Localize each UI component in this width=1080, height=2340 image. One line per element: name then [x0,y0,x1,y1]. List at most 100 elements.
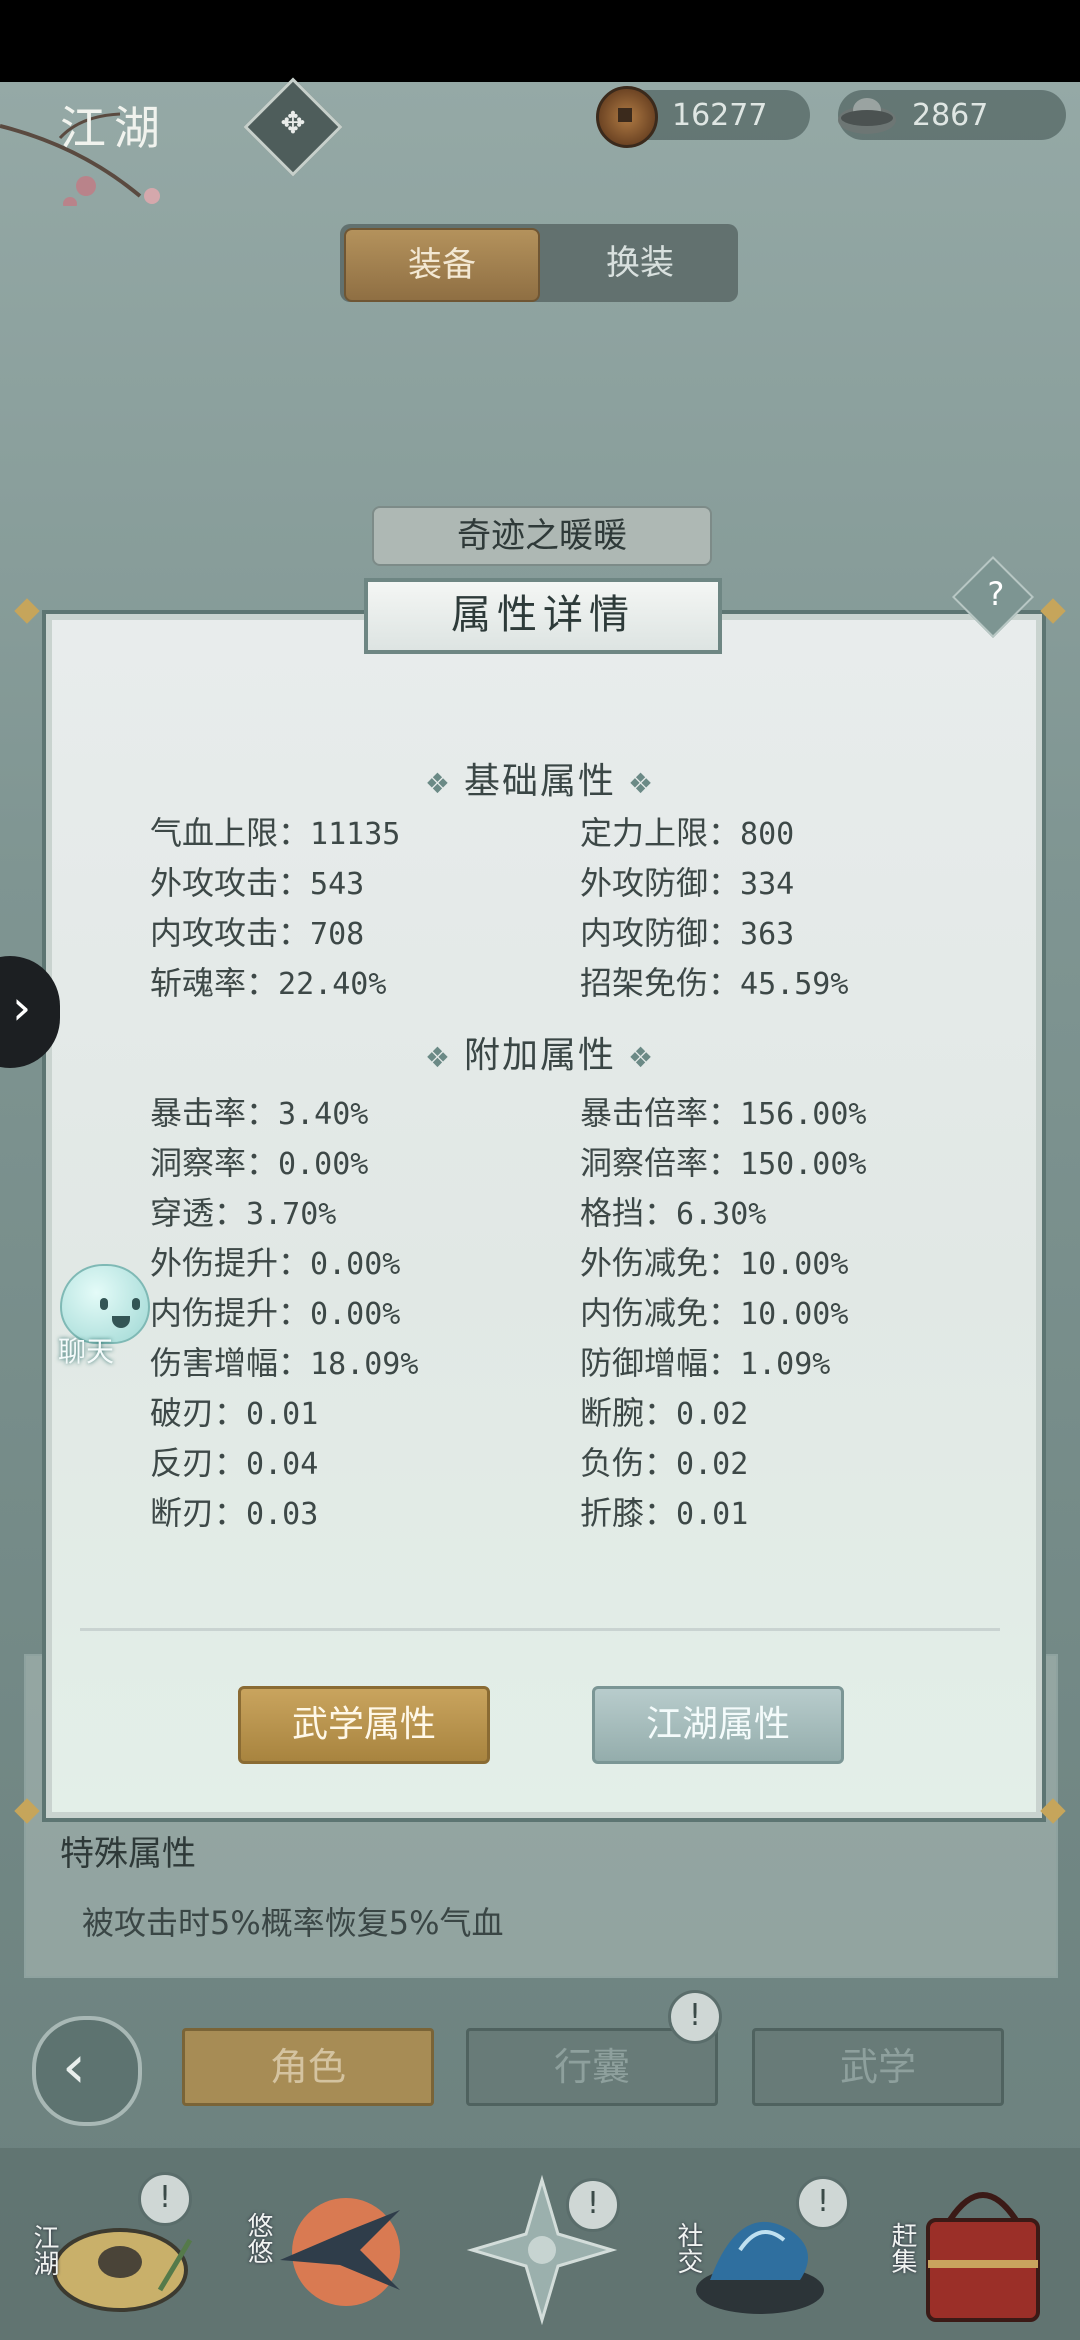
attribute-row: 斩魂率：22.40% [150,958,386,1004]
attribute-row: 格挡：6.30% [580,1188,766,1234]
martial-attributes-button[interactable]: 武学属性 [238,1686,490,1764]
extra-attributes-title: 附加属性 [463,1035,616,1076]
attribute-value: 334 [740,867,795,902]
attribute-value: 0.02 [676,1447,749,1482]
bottom-label-jianghu: 江湖 [29,2224,59,2276]
attribute-value: 22.40% [278,967,387,1002]
attribute-row: 负伤：0.02 [580,1438,748,1484]
attribute-label: 伤害增幅： [150,1344,311,1382]
attribute-row: 洞察倍率：150.00% [580,1138,866,1184]
attribute-value: 0.03 [246,1497,319,1532]
chevron-left-icon: ‹ [62,2032,86,2102]
jianghu-alert-badge: ! [138,2172,192,2226]
extra-attributes-heading: ❖ 附加属性 ❖ [0,1026,1080,1078]
attribute-row: 暴击倍率：156.00% [580,1088,866,1134]
region-title: 江湖 [60,101,168,155]
attribute-label: 斩魂率： [150,964,279,1002]
attribute-value: 0.02 [676,1397,749,1432]
attribute-row: 外攻防御：334 [580,858,794,904]
dialog-title: 属性详情 [364,578,722,654]
attribute-label: 招架免伤： [580,964,741,1002]
bottom-label-social: 社交 [673,2222,703,2274]
attribute-row: 破刃：0.01 [150,1388,318,1434]
attribute-label: 折膝： [580,1494,677,1532]
back-button[interactable]: ‹ [32,2016,142,2126]
attribute-value: 363 [740,917,795,952]
attribute-row: 伤害增幅：18.09% [150,1338,418,1384]
attribute-label: 内攻防御： [580,914,741,952]
attribute-value: 0.00% [278,1147,369,1182]
attribute-label: 外攻防御： [580,864,741,902]
tab-equip[interactable]: 装备 [344,228,540,302]
attribute-label: 内伤提升： [150,1294,311,1332]
special-attribute-title: 特殊属性 [60,1834,196,1874]
attribute-value: 0.01 [246,1397,319,1432]
silver-ingot-counter[interactable]: 2867 [838,90,1066,140]
diamond-ornament-icon: ❖ [424,767,452,800]
basic-attributes-heading: ❖ 基础属性 ❖ [0,752,1080,804]
attribute-label: 内伤减免： [580,1294,741,1332]
bottom-label-youyou: 悠悠 [243,2212,273,2264]
chevron-right-icon: › [12,980,32,1036]
center-alert-badge: ! [566,2178,620,2232]
attribute-value: 0.04 [246,1447,319,1482]
attribute-value: 543 [310,867,365,902]
attribute-value: 6.30% [676,1197,767,1232]
attribute-value: 0.01 [676,1497,749,1532]
attribute-label: 洞察倍率： [580,1144,741,1182]
attribute-row: 内攻攻击：708 [150,908,364,954]
copper-coin-icon [596,86,658,148]
attribute-label: 外攻攻击： [150,864,311,902]
bottom-item-market[interactable] [900,2170,1060,2330]
bag-alert-badge: ! [668,1990,722,2044]
attribute-value: 800 [740,817,795,852]
attribute-row: 暴击率：3.40% [150,1088,368,1134]
copper-coin-counter[interactable]: 16277 [596,86,810,148]
diamond-ornament-icon: ❖ [424,1041,452,1074]
attribute-label: 洞察率： [150,1144,279,1182]
special-attribute-text: 被攻击时5%概率恢复5%气血 [82,1904,504,1942]
attribute-label: 暴击倍率： [580,1094,741,1132]
attribute-label: 负伤： [580,1444,677,1482]
attribute-value: 11135 [310,817,401,852]
equipment-name-plate: 奇迹之暖暖 [372,506,712,566]
chat-button[interactable]: 聊天 [42,1258,152,1368]
attribute-label: 气血上限： [150,814,311,852]
tab-role[interactable]: 角色 [182,2028,434,2106]
merchant-chest-icon [926,2192,1040,2322]
status-bar [0,0,1080,82]
social-alert-badge: ! [796,2176,850,2230]
attribute-label: 反刃： [150,1444,247,1482]
tab-martial-arts[interactable]: 武学 [752,2028,1004,2106]
attribute-value: 1.09% [740,1347,831,1382]
attribute-label: 破刃： [150,1394,247,1432]
attribute-value: 708 [310,917,365,952]
attribute-label: 外伤提升： [150,1244,311,1282]
attribute-row: 穿透：3.70% [150,1188,336,1234]
attribute-row: 防御增幅：1.09% [580,1338,830,1384]
attribute-label: 格挡： [580,1194,677,1232]
attribute-value: 156.00% [740,1097,867,1132]
attribute-row: 反刃：0.04 [150,1438,318,1484]
silver-ingot-icon [838,98,896,134]
jianghu-attributes-button[interactable]: 江湖属性 [592,1686,844,1764]
equip-tab-group: 装备 换装 [340,224,738,302]
compass-icon: ✥ [280,105,306,141]
attribute-row: 断腕：0.02 [580,1388,748,1434]
attribute-label: 暴击率： [150,1094,279,1132]
tab-change-outfit[interactable]: 换装 [545,228,735,298]
dialog-divider [80,1628,1000,1631]
bottom-label-market: 赶集 [887,2222,917,2274]
diamond-ornament-icon: ❖ [628,1041,656,1074]
attribute-row: 外伤提升：0.00% [150,1238,400,1284]
attribute-label: 内攻攻击： [150,914,311,952]
attribute-row: 断刃：0.03 [150,1488,318,1534]
attribute-row: 折膝：0.01 [580,1488,748,1534]
attribute-label: 穿透： [150,1194,247,1232]
question-icon: ? [987,575,1005,614]
copper-coin-value: 16277 [672,98,768,133]
attribute-value: 18.09% [310,1347,419,1382]
attribute-row: 内伤减免：10.00% [580,1288,848,1334]
attribute-row: 外攻攻击：543 [150,858,364,904]
attribute-row: 外伤减免：10.00% [580,1238,848,1284]
